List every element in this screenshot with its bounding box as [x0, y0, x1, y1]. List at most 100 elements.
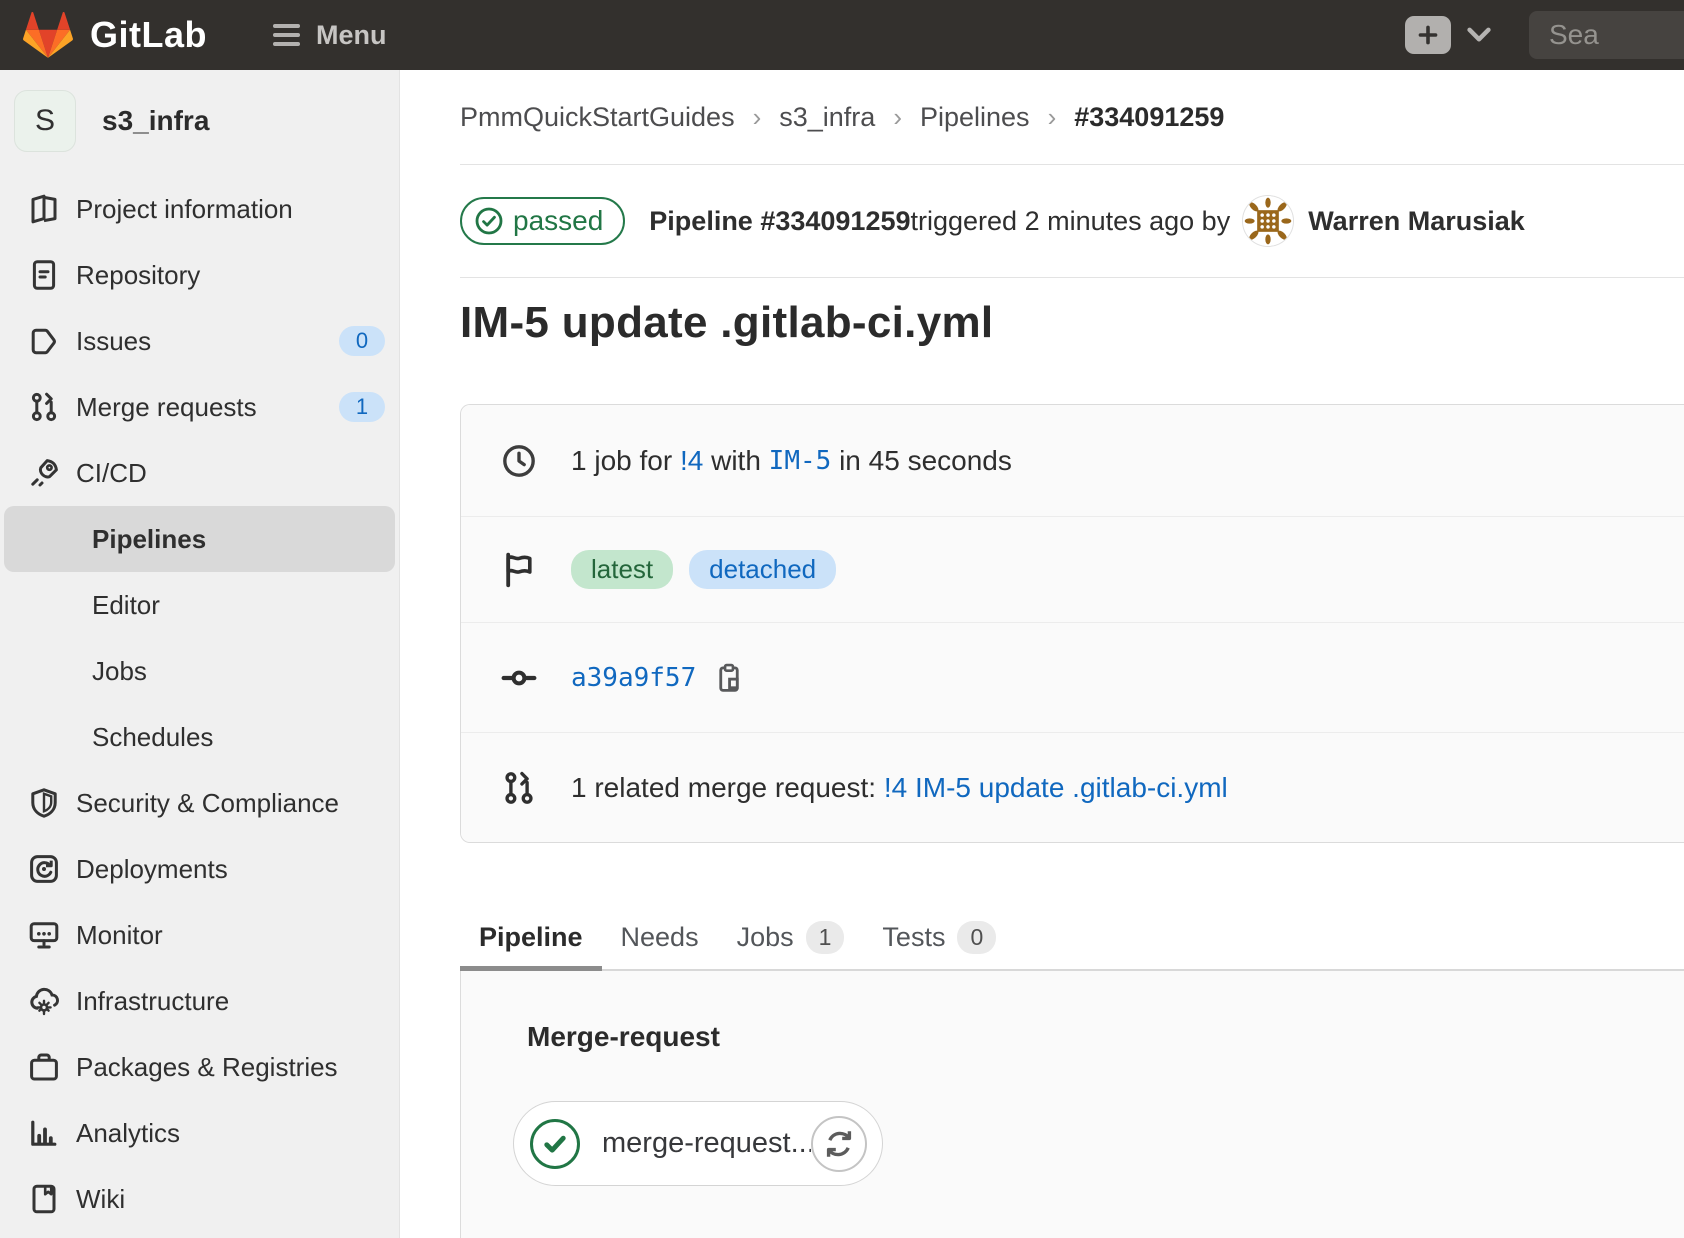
breadcrumb-separator: ›: [893, 102, 902, 133]
retry-job-button[interactable]: [811, 1116, 867, 1172]
tab-label: Pipeline: [479, 922, 583, 953]
new-item-button[interactable]: [1405, 16, 1451, 54]
search-text: Sea: [1549, 19, 1599, 51]
tab-label: Needs: [621, 922, 699, 953]
shield-icon: [28, 787, 60, 819]
sidebar-item-label: Analytics: [76, 1118, 180, 1149]
page-title: IM-5 update .gitlab-ci.yml: [460, 298, 1684, 348]
sidebar-item-analytics[interactable]: Analytics: [4, 1100, 395, 1166]
tab-tests[interactable]: Tests 0: [863, 905, 1015, 969]
sidebar-item-label: Infrastructure: [76, 986, 229, 1017]
sidebar-item-label: Deployments: [76, 854, 228, 885]
mr-number-link[interactable]: !4: [680, 445, 703, 477]
sidebar-item-infrastructure[interactable]: Infrastructure: [4, 968, 395, 1034]
related-mr-row: 1 related merge request: !4 IM-5 update …: [461, 733, 1684, 842]
job-pill[interactable]: merge-request...: [513, 1101, 883, 1186]
status-badge: passed: [460, 197, 625, 245]
sidebar-item-schedules[interactable]: Schedules: [4, 704, 395, 770]
pipeline-graph: Merge-request merge-request...: [460, 971, 1684, 1238]
sidebar-item-label: Monitor: [76, 920, 163, 951]
chevron-down-icon: [1467, 27, 1491, 43]
detached-tag: detached: [689, 550, 836, 589]
breadcrumb-link-s3-infra[interactable]: s3_infra: [779, 102, 875, 133]
cloud-gear-icon: [28, 985, 60, 1017]
flag-icon: [501, 552, 537, 588]
latest-tag: latest: [571, 550, 673, 589]
sidebar-item-label: Schedules: [92, 722, 213, 753]
commit-row: a39a9f57: [461, 623, 1684, 733]
count-badge: 1: [339, 392, 385, 422]
author-name[interactable]: Warren Marusiak: [1308, 206, 1525, 237]
job-summary-row: 1 job for !4 with IM-5 in 45 seconds: [461, 405, 1684, 517]
sidebar-item-project-information[interactable]: Project information: [4, 176, 395, 242]
sidebar-item-editor[interactable]: Editor: [4, 572, 395, 638]
branch-ref-link[interactable]: IM-5: [769, 446, 832, 476]
sidebar-item-ci-cd[interactable]: CI/CD: [4, 440, 395, 506]
tab-count-badge: 0: [957, 921, 996, 954]
identicon: [1243, 196, 1293, 246]
sidebar-item-label: Issues: [76, 326, 151, 357]
sidebar-item-label: Packages & Registries: [76, 1052, 338, 1083]
pipeline-info-box: 1 job for !4 with IM-5 in 45 seconds lat…: [460, 404, 1684, 843]
copy-commit-button[interactable]: [714, 663, 744, 693]
gitlab-tanuki-icon: [22, 10, 74, 60]
job-count-text: 1 job for: [571, 445, 680, 477]
author-avatar[interactable]: [1242, 195, 1294, 247]
menu-label: Menu: [316, 20, 387, 51]
gitlab-logo[interactable]: GitLab: [22, 10, 207, 60]
sidebar-item-monitor[interactable]: Monitor: [4, 902, 395, 968]
sidebar-item-jobs[interactable]: Jobs: [4, 638, 395, 704]
sidebar-item-repository[interactable]: Repository: [4, 242, 395, 308]
related-mr-label: 1 related merge request:: [571, 772, 884, 804]
sidebar-item-deployments[interactable]: Deployments: [4, 836, 395, 902]
breadcrumb-link-pmmquickstartguides[interactable]: PmmQuickStartGuides: [460, 102, 735, 133]
tab-needs[interactable]: Needs: [602, 905, 718, 969]
commit-icon: [501, 660, 537, 696]
related-mr-link[interactable]: !4 IM-5 update .gitlab-ci.yml: [884, 772, 1228, 804]
tab-label: Jobs: [737, 922, 794, 953]
clock-icon: [501, 443, 537, 479]
sidebar-item-packages-registries[interactable]: Packages & Registries: [4, 1034, 395, 1100]
plus-icon: [1417, 24, 1439, 46]
project-name: s3_infra: [102, 105, 209, 137]
tab-pipeline[interactable]: Pipeline: [460, 905, 602, 969]
wiki-icon: [28, 1183, 60, 1215]
hamburger-icon: [273, 24, 300, 46]
project-icon: [28, 193, 60, 225]
tab-count-badge: 1: [806, 921, 845, 954]
sidebar-item-label: Pipelines: [92, 524, 206, 555]
count-badge: 0: [339, 326, 385, 356]
tab-label: Tests: [882, 922, 945, 953]
rocket-icon: [28, 457, 60, 489]
sidebar-item-label: Editor: [92, 590, 160, 621]
new-item-dropdown-caret[interactable]: [1467, 27, 1491, 43]
tab-jobs[interactable]: Jobs 1: [718, 905, 864, 969]
sidebar-item-merge-requests[interactable]: Merge requests1: [4, 374, 395, 440]
sidebar-item-label: Repository: [76, 260, 200, 291]
pipeline-tabs: Pipeline Needs Jobs 1 Tests 0: [460, 905, 1684, 971]
clipboard-icon: [714, 663, 744, 693]
breadcrumb-current: #334091259: [1074, 102, 1224, 133]
sidebar-item-wiki[interactable]: Wiki: [4, 1166, 395, 1232]
job-success-icon: [530, 1119, 580, 1169]
sidebar-project-header[interactable]: S s3_infra: [0, 70, 399, 164]
breadcrumb: PmmQuickStartGuides›s3_infra›Pipelines›#…: [460, 70, 1684, 165]
sidebar-item-label: Wiki: [76, 1184, 125, 1215]
commit-sha-link[interactable]: a39a9f57: [571, 663, 696, 693]
sidebar-nav: Project information Repository Issues 0 Merg…: [0, 176, 399, 1232]
sidebar-item-label: CI/CD: [76, 458, 147, 489]
top-navbar: GitLab Menu Sea: [0, 0, 1684, 70]
search-input[interactable]: Sea: [1529, 11, 1684, 59]
package-icon: [28, 1051, 60, 1083]
bar-chart-icon: [28, 1117, 60, 1149]
issues-icon: [28, 325, 60, 357]
menu-button[interactable]: Menu: [273, 20, 387, 51]
sidebar-item-security-compliance[interactable]: Security & Compliance: [4, 770, 395, 836]
breadcrumb-link-pipelines[interactable]: Pipelines: [920, 102, 1030, 133]
sidebar-item-label: Jobs: [92, 656, 147, 687]
sidebar-item-issues[interactable]: Issues 0: [4, 308, 395, 374]
merge-request-icon: [28, 391, 60, 423]
sidebar-item-pipelines[interactable]: Pipelines: [4, 506, 395, 572]
sidebar-item-label: Security & Compliance: [76, 788, 339, 819]
sidebar-item-label: Project information: [76, 194, 293, 225]
